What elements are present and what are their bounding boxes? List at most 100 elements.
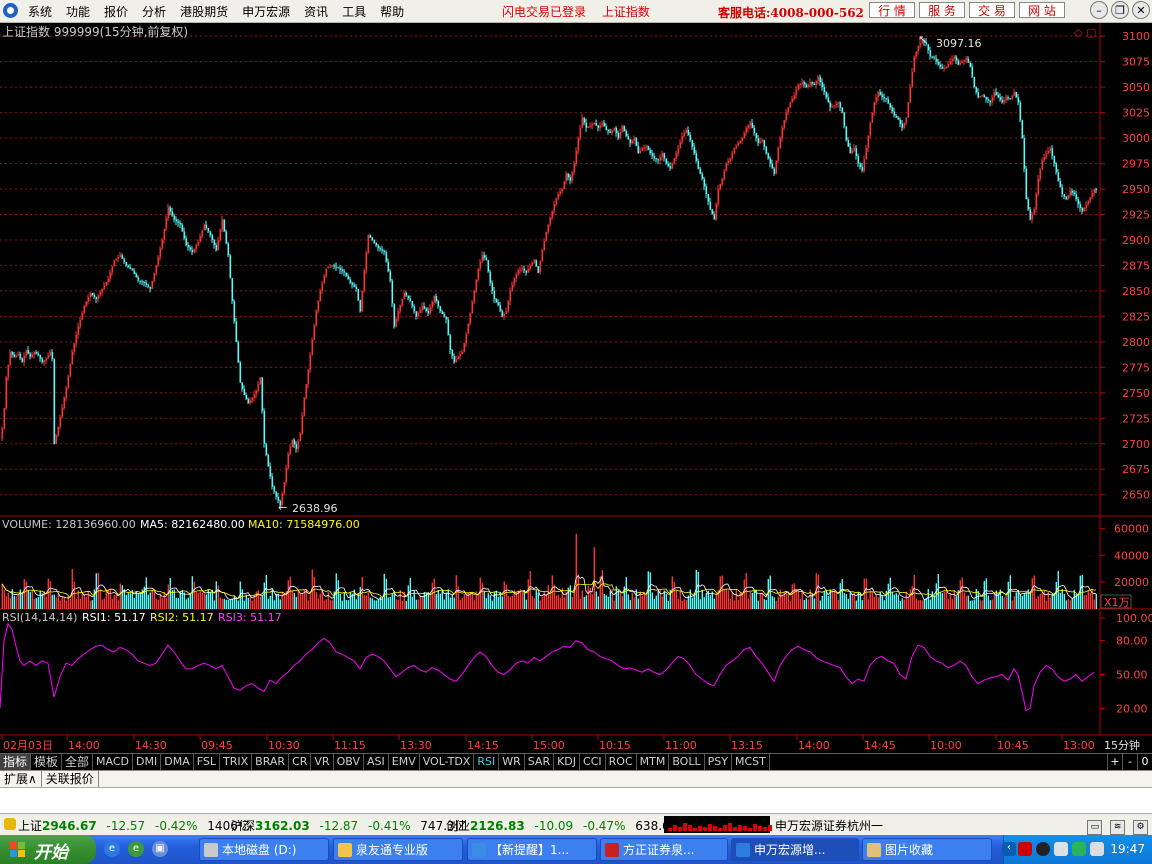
top-button-3[interactable]: 网 站 xyxy=(1019,2,1065,18)
hs-index-quote[interactable]: 沪深3162.03 -12.87 -0.41% 747.3亿 xyxy=(231,817,467,834)
indicator-tab-14[interactable]: VOL-TDX xyxy=(420,754,475,770)
browser-icon[interactable]: e xyxy=(128,841,144,857)
tray-security-icon[interactable] xyxy=(1072,842,1086,856)
candle-body xyxy=(47,355,50,359)
indicator-tab-20[interactable]: ROC xyxy=(606,754,637,770)
taskbar-button-1[interactable]: 泉友通专业版 xyxy=(333,838,463,861)
candle-body xyxy=(307,370,310,385)
settings-icon[interactable]: ⚙ xyxy=(1133,820,1148,835)
tray-app-icon[interactable] xyxy=(1018,842,1032,856)
tray-collapse-icon[interactable]: ‹ xyxy=(1002,842,1016,856)
menu-item-2[interactable]: 报价 xyxy=(104,3,128,20)
candle-body xyxy=(311,339,314,356)
indicator-tab-1[interactable]: 模板 xyxy=(31,754,63,770)
indicator-tab-6[interactable]: FSL xyxy=(194,754,220,770)
menu-item-0[interactable]: 系统 xyxy=(28,3,52,20)
indicator-tab-16[interactable]: WR xyxy=(499,754,525,770)
indicator-tab-15[interactable]: RSI xyxy=(474,754,500,770)
menu-item-1[interactable]: 功能 xyxy=(66,3,90,20)
taskbar-button-2[interactable]: 【新提醒】1... xyxy=(467,838,597,861)
cy-index-quote[interactable]: 创业2126.83 -10.09 -0.47% 638.6亿 xyxy=(446,817,682,834)
indicator-tab-12[interactable]: ASI xyxy=(364,754,389,770)
indicator-tab-18[interactable]: KDJ xyxy=(554,754,581,770)
indicator-nav-1[interactable]: - xyxy=(1122,754,1137,770)
candle-body xyxy=(573,163,576,173)
indicator-tabs: 指标 模板 全部 MACD DMI DMA FSL TRIX BRAR CR VR OBV ASI EMV… xyxy=(0,753,1152,771)
candle-body xyxy=(679,142,682,149)
menu-item-8[interactable]: 帮助 xyxy=(380,3,404,20)
menu-item-3[interactable]: 分析 xyxy=(142,3,166,20)
network-icon[interactable]: ≋ xyxy=(1110,820,1126,835)
bottom-tab-0[interactable]: 扩展∧ xyxy=(0,771,42,787)
candle-body xyxy=(823,87,826,93)
menu-item-7[interactable]: 工具 xyxy=(342,3,366,20)
volume-bar xyxy=(557,594,559,609)
volume-bar xyxy=(955,596,957,609)
candle-body xyxy=(83,306,86,313)
indicator-tab-13[interactable]: EMV xyxy=(389,754,420,770)
restore-icon[interactable]: ❐ xyxy=(1111,1,1129,19)
volume-bar xyxy=(585,595,587,609)
tray-sound-icon[interactable] xyxy=(1054,842,1068,856)
indicator-nav-2[interactable]: 0 xyxy=(1137,754,1152,770)
taskbar-button-5[interactable]: 图片收藏 xyxy=(862,838,992,861)
tray-qq-icon[interactable] xyxy=(1036,842,1050,856)
current-symbol[interactable]: 上证指数 xyxy=(602,5,650,19)
menu-item-6[interactable]: 资讯 xyxy=(304,3,328,20)
indicator-tab-7[interactable]: TRIX xyxy=(220,754,253,770)
login-status[interactable]: 闪电交易已登录 xyxy=(502,5,586,19)
kline-chart[interactable]: 3100 3075 3050 3025 3000 2975 2950 2925 2900 2875… xyxy=(0,23,1152,753)
indicator-tab-4[interactable]: DMI xyxy=(133,754,162,770)
volume-bar xyxy=(839,583,841,609)
candle-body xyxy=(911,71,914,88)
indicator-tab-5[interactable]: DMA xyxy=(161,754,194,770)
top-button-2[interactable]: 交 易 xyxy=(969,2,1015,18)
candle-body xyxy=(75,335,78,344)
sh-index-quote[interactable]: 上证2946.67 -12.57 -0.42% 1406亿 xyxy=(18,817,250,834)
candle-body xyxy=(505,311,508,314)
indicator-tab-24[interactable]: MCST xyxy=(732,754,770,770)
candle-body xyxy=(859,163,862,168)
candle-body xyxy=(197,241,200,246)
menu-item-4[interactable]: 港股期货 xyxy=(180,3,228,20)
close-icon[interactable]: ✕ xyxy=(1132,1,1150,19)
window-icon[interactable]: ▭ xyxy=(1087,820,1103,835)
candle-body xyxy=(891,107,894,112)
indicator-nav-0[interactable]: + xyxy=(1107,754,1122,770)
chart-svg[interactable]: 3100 3075 3050 3025 3000 2975 2950 2925 2900 2875… xyxy=(0,23,1152,753)
volume-bar xyxy=(711,591,713,609)
indicator-tab-9[interactable]: CR xyxy=(289,754,312,770)
candle-body xyxy=(933,57,936,59)
bottom-tab-1[interactable]: 关联报价 xyxy=(42,771,99,787)
indicator-tab-23[interactable]: PSY xyxy=(705,754,732,770)
indicator-tab-0[interactable]: 指标 xyxy=(0,754,32,770)
desktop-icon[interactable]: ▣ xyxy=(152,841,168,857)
indicator-tab-3[interactable]: MACD xyxy=(93,754,134,770)
indicator-tab-19[interactable]: CCI xyxy=(580,754,606,770)
start-button[interactable]: 开始 xyxy=(0,835,96,864)
taskbar-button-4[interactable]: 申万宏源增... xyxy=(731,838,859,861)
volume-bar xyxy=(851,593,853,609)
taskbar-button-0[interactable]: 本地磁盘 (D:) xyxy=(199,838,329,861)
tray-shield-icon[interactable] xyxy=(1090,842,1104,856)
volume-bar xyxy=(593,547,595,609)
volume-bar xyxy=(563,597,565,609)
indicator-tab-10[interactable]: VR xyxy=(311,754,334,770)
taskbar-button-3[interactable]: 方正证券泉... xyxy=(600,838,728,861)
indicator-tab-2[interactable]: 全部 xyxy=(62,754,94,770)
candle-body xyxy=(989,100,992,103)
top-button-1[interactable]: 服 务 xyxy=(919,2,965,18)
minimize-icon[interactable]: – xyxy=(1090,1,1108,19)
volume-bar xyxy=(577,574,579,609)
volume-bar xyxy=(553,584,555,609)
volume-bar xyxy=(395,599,397,609)
top-button-0[interactable]: 行 情 xyxy=(869,2,915,18)
indicator-tab-17[interactable]: SAR xyxy=(525,754,555,770)
ie-icon[interactable]: e xyxy=(104,841,120,857)
indicator-tab-21[interactable]: MTM xyxy=(637,754,670,770)
indicator-tab-22[interactable]: BOLL xyxy=(669,754,705,770)
alert-bell-icon[interactable] xyxy=(4,818,16,830)
indicator-tab-11[interactable]: OBV xyxy=(334,754,364,770)
indicator-tab-8[interactable]: BRAR xyxy=(252,754,290,770)
menu-item-5[interactable]: 申万宏源 xyxy=(242,3,290,20)
